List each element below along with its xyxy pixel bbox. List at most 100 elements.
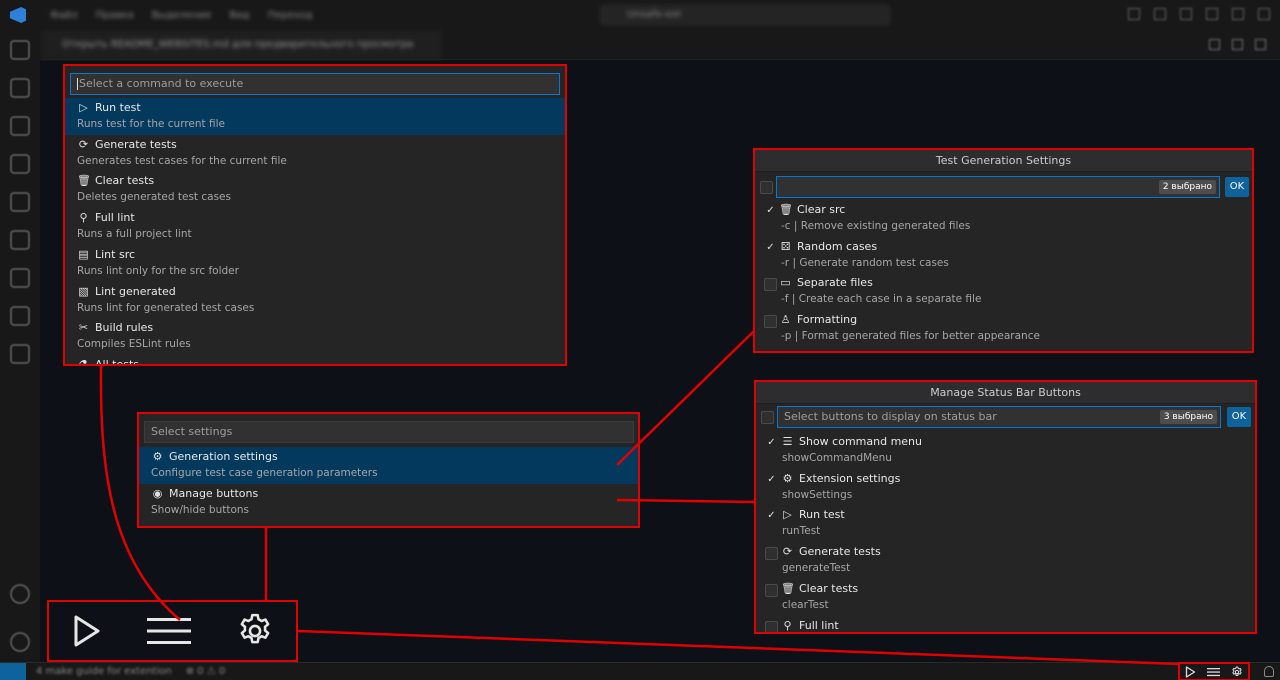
menu-icon[interactable] (1206, 667, 1220, 677)
list-item[interactable]: ▧ Lint generated Runs lint for generated t… (65, 282, 565, 319)
item-label-text: Build rules (95, 321, 154, 335)
explorer-icon[interactable] (10, 40, 30, 60)
layout-toggle-icon[interactable] (1128, 8, 1140, 20)
run-debug-icon[interactable] (10, 154, 30, 174)
list-item[interactable]: ⚙ Generation settings Configure test case … (139, 447, 638, 484)
testing-icon[interactable] (10, 268, 30, 288)
menu-icon[interactable] (146, 616, 191, 646)
layout-toggle-icon[interactable] (1180, 8, 1192, 20)
list-item[interactable]: ✂ Build rules Compiles ESLint rules (65, 318, 565, 355)
option-checkbox[interactable]: ✓ (765, 437, 778, 450)
minimize-icon[interactable] (1206, 8, 1218, 20)
layout-toggle-icon[interactable] (1154, 8, 1166, 20)
settings-input-placeholder: Select settings (151, 425, 233, 438)
notebook-icon[interactable] (10, 344, 30, 364)
command-center-search[interactable]: Unsafe-ext (600, 5, 890, 25)
list-item[interactable]: ✓ ☰ Show command menu showCommandMenu (756, 432, 1255, 469)
source-control-icon[interactable] (10, 116, 30, 136)
editor-tab[interactable]: Открыть README_WEBSITES.md для предварит… (42, 30, 442, 60)
list-item[interactable]: 🗑 Clear tests Deletes generated test cases (65, 171, 565, 208)
list-item[interactable]: ▤ Lint src Runs lint only for the src fold… (65, 245, 565, 282)
ok-button[interactable]: OK (1225, 177, 1249, 197)
list-item[interactable]: ▷ Run test Runs test for the current file (65, 98, 565, 135)
status-buttons-placeholder: Select buttons to display on status bar (784, 410, 997, 423)
manage-gear-icon[interactable] (10, 632, 30, 652)
option-checkbox[interactable]: ✓ (764, 205, 777, 218)
option-checkbox[interactable] (765, 547, 778, 561)
list-item[interactable]: ✓ ▷ Run test runTest (756, 505, 1255, 542)
list-item[interactable]: ⚲ Full lint Runs a full project lint (65, 208, 565, 245)
status-buttons-input[interactable]: Select buttons to display on status bar … (777, 406, 1221, 428)
gear-icon[interactable] (1231, 666, 1243, 678)
item-label: 🗑 Clear tests (781, 582, 858, 595)
list-item[interactable]: ✓ ⚙ Extension settings showSettings (756, 469, 1255, 506)
search-icon[interactable] (10, 78, 30, 98)
item-label-text: Full lint (799, 618, 839, 632)
item-label-text: Clear src (797, 203, 846, 216)
notifications-bell-icon[interactable] (1264, 666, 1274, 677)
activity-bar (0, 30, 40, 662)
item-label-text: Clear tests (95, 174, 155, 188)
title-bar: Файл Правка Выделение Вид Переход Unsafe… (0, 0, 1280, 30)
status-bar-buttons-zoom (47, 600, 298, 662)
item-label-text: Run test (95, 101, 141, 114)
play-icon[interactable] (72, 614, 102, 648)
list-item[interactable]: ⚗ All tests (65, 355, 565, 364)
close-icon[interactable] (1258, 8, 1270, 20)
item-label-text: Run test (799, 508, 845, 522)
editor-actions (1209, 39, 1266, 50)
menu-item-edit[interactable]: Правка (96, 10, 134, 21)
item-description: Configure test case generation parameter… (151, 467, 378, 479)
extensions-icon[interactable] (10, 192, 30, 212)
list-item[interactable]: ✓ ⚄ Random cases -r | Generate random test … (755, 237, 1252, 274)
option-checkbox[interactable] (764, 278, 777, 292)
item-label: ⟳ Generate tests (781, 545, 881, 558)
list-item[interactable]: ⟳ Generate tests Generates test cases for … (65, 135, 565, 172)
menu-item-view[interactable]: Вид (229, 10, 249, 21)
account-icon[interactable] (10, 584, 30, 604)
puzzle-icon[interactable] (10, 306, 30, 326)
problems-counter[interactable]: ⊗ 0 ⚠ 0 (186, 666, 226, 677)
select-all-checkbox[interactable] (760, 181, 773, 194)
maximize-icon[interactable] (1232, 8, 1244, 20)
gear-icon[interactable] (236, 612, 274, 650)
ok-button[interactable]: OK (1227, 407, 1251, 427)
settings-input[interactable]: Select settings (144, 421, 634, 443)
item-label-text: Lint generated (95, 284, 176, 298)
item-description: runTest (782, 525, 821, 538)
generation-filter-input[interactable]: 2 выбрано (776, 176, 1220, 198)
command-input[interactable]: Select a command to execute (70, 73, 560, 95)
menu-item-file[interactable]: Файл (50, 10, 78, 21)
list-item[interactable]: ⟳ Generate tests generateTest (756, 542, 1255, 579)
list-item[interactable]: ◉ Manage buttons Show/hide buttons (139, 484, 638, 521)
option-checkbox[interactable] (765, 620, 778, 632)
generation-settings-title: Test Generation Settings (755, 150, 1252, 172)
item-label-text: Manage buttons (169, 487, 259, 500)
trash-icon: 🗑 (781, 581, 795, 595)
run-icon[interactable] (1209, 39, 1220, 50)
list-item[interactable]: ✓ 🗑 Clear src -c | Remove existing generate… (755, 200, 1252, 237)
list-item[interactable]: 🗑 Clear tests clearTest (756, 579, 1255, 616)
list-item[interactable]: ⚲ Full lint (756, 616, 1255, 632)
gear-icon: ⚙ (152, 450, 163, 463)
more-actions-icon[interactable] (1255, 39, 1266, 50)
eye-icon: ◉ (152, 487, 163, 500)
select-all-checkbox[interactable] (761, 411, 774, 424)
option-checkbox[interactable]: ✓ (765, 474, 778, 487)
split-editor-icon[interactable] (1232, 39, 1243, 50)
item-label: ▭ Separate files (779, 276, 873, 289)
option-checkbox[interactable] (764, 315, 777, 329)
list-item[interactable]: ♙ Formatting -p | Format generated files f… (755, 310, 1252, 347)
option-checkbox[interactable] (765, 583, 778, 597)
item-description: Runs a full project lint (77, 228, 192, 241)
item-label: ⚲ Full lint (77, 211, 134, 224)
menu-item-selection[interactable]: Выделение (152, 10, 212, 21)
play-icon[interactable] (1185, 665, 1196, 678)
option-checkbox[interactable]: ✓ (764, 242, 777, 255)
remote-explorer-icon[interactable] (10, 230, 30, 250)
status-bar-extension-buttons (1178, 662, 1250, 680)
option-checkbox[interactable]: ✓ (765, 510, 778, 523)
list-item[interactable]: ▭ Separate files -f | Create each case in … (755, 273, 1252, 310)
menu-item-go[interactable]: Переход (268, 10, 313, 21)
remote-indicator[interactable] (0, 662, 26, 680)
